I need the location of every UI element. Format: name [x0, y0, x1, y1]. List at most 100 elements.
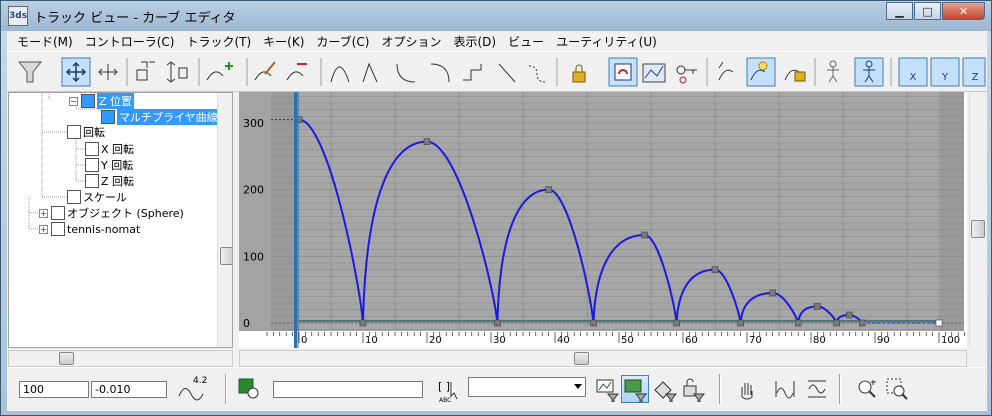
lock-tangents-icon[interactable] [572, 64, 586, 83]
show-tangents-icon[interactable] [718, 61, 734, 81]
filter-animated-tracks-button[interactable] [651, 375, 679, 403]
tree-item-label: X 回転 [101, 143, 135, 156]
expander-icon[interactable]: + [39, 224, 48, 234]
menu-item-7[interactable]: ビュー [502, 33, 550, 50]
close-button[interactable]: ✕ [942, 2, 985, 20]
frame-horizontal-icon [775, 381, 795, 399]
draw-curves-icon[interactable] [254, 61, 276, 81]
menu-item-6[interactable]: 表示(D) [447, 33, 502, 50]
object-icon [51, 206, 65, 220]
x-tick-label: 50 [621, 335, 634, 346]
x-rotation-icon [85, 142, 99, 156]
graph-vertical-scrollbar[interactable] [969, 92, 986, 348]
zoom-button[interactable] [853, 375, 881, 403]
frame-horizontal-extents-button[interactable] [771, 375, 799, 403]
tree-scroll-thumb[interactable] [220, 247, 232, 265]
svg-text:ABC: ABC [439, 397, 451, 404]
tree-hscroll-thumb[interactable] [59, 352, 74, 365]
curve-graph-svg[interactable]: 300 200 100 0 0 10 20 30 40 50 60 70 80 90 100 [239, 92, 967, 348]
editor-content: − Z 位置 マルチプライヤ曲線 回転 X 回転 Y 回転 Z 回転 スケール + オブジェクト … [7, 92, 987, 367]
smooth-tangent-icon[interactable] [528, 65, 546, 83]
graph-vscroll-thumb[interactable] [971, 220, 985, 238]
reduce-keys-icon[interactable] [286, 63, 307, 81]
parameter-curve-out-of-range-icon[interactable] [642, 63, 666, 83]
frame-value-icon [808, 380, 826, 398]
frame-field[interactable] [19, 381, 89, 398]
tree-item[interactable]: X 回転 [85, 141, 134, 157]
maximize-button[interactable]: □ [914, 2, 941, 20]
tree-item-label: tennis-nomat [67, 222, 141, 236]
menu-item-4[interactable]: カーブ(C) [310, 33, 375, 50]
hand-icon [741, 383, 753, 400]
filters-icon[interactable] [17, 61, 43, 83]
key-point [794, 319, 802, 327]
function-curve-icon[interactable]: 4.2 [177, 376, 207, 404]
tree-item[interactable]: + オブジェクト (Sphere) [39, 205, 184, 221]
rotation-icon [67, 125, 81, 139]
linear-tangent-icon[interactable] [498, 63, 516, 83]
x-tick-label: 0 [301, 335, 307, 346]
fast-tangent-icon[interactable] [396, 63, 416, 83]
menu-item-0[interactable]: モード(M) [11, 33, 79, 50]
time-ruler [239, 332, 967, 348]
multiplier-curve-icon [101, 110, 115, 124]
edit-keys-text-icon[interactable]: [ ] ABC [437, 376, 461, 404]
y-tick-label: 200 [243, 184, 264, 197]
controller-tree[interactable]: − Z 位置 マルチプライヤ曲線 回転 X 回転 Y 回転 Z 回転 スケール + オブジェクト … [8, 92, 233, 348]
app-icon: 3ds [8, 6, 28, 26]
x-tick-label: 60 [685, 335, 698, 346]
tree-item[interactable]: 回転 [67, 124, 105, 140]
x-tick-label: 10 [365, 335, 378, 346]
zoom-region-button[interactable] [883, 375, 911, 403]
key-point [545, 186, 552, 193]
show-keyable-icons-icon[interactable] [676, 65, 697, 84]
value-field[interactable] [91, 381, 167, 398]
filter-tracks-icon [596, 379, 620, 402]
scale-icon [67, 190, 81, 204]
graph-hscroll-thumb[interactable] [574, 352, 589, 365]
menu-item-3[interactable]: キー(K) [257, 33, 310, 50]
custom-tangent-icon[interactable] [362, 62, 378, 83]
track-name-field[interactable] [273, 381, 423, 398]
step-tangent-icon[interactable] [463, 64, 482, 81]
slow-tangent-icon[interactable] [430, 63, 450, 83]
key-point [711, 266, 719, 273]
menu-item-2[interactable]: トラック(T) [180, 33, 257, 50]
tree-scrollbar[interactable] [217, 93, 232, 347]
minimize-button[interactable]: ▁ [886, 2, 913, 20]
tree-item[interactable]: + tennis-nomat [39, 221, 140, 237]
curve-graph[interactable]: 300 200 100 0 0 10 20 30 40 50 60 70 80 90 100 [239, 92, 967, 348]
filter-selected-curves-button[interactable] [621, 375, 649, 403]
slide-keys-icon[interactable] [98, 64, 118, 80]
pan-button[interactable] [733, 375, 761, 403]
filter-unlocked-button[interactable] [679, 375, 707, 403]
show-biped-icon[interactable] [827, 60, 839, 83]
zoom-selected-object-button[interactable] [235, 375, 263, 403]
menu-item-1[interactable]: コントローラ(C) [79, 33, 181, 50]
expander-icon[interactable]: − [69, 96, 78, 106]
menu-item-5[interactable]: オプション [375, 33, 447, 50]
svg-text:[ ]: [ ] [438, 380, 450, 393]
tree-item[interactable]: − Z 位置 [69, 93, 135, 109]
tree-item[interactable]: Z 回転 [85, 173, 134, 189]
title-bar[interactable]: 3ds トラック ビュー - カーブ エディタ ▁ □ ✕ [1, 1, 991, 31]
x-tick-label: 70 [749, 335, 762, 346]
scale-keys-time-icon[interactable] [136, 61, 155, 81]
x-tick-label: 100 [941, 335, 960, 346]
tree-item-label: マルチプライヤ曲線 [117, 109, 220, 125]
add-keys-icon[interactable] [206, 62, 233, 81]
expander-icon[interactable]: + [39, 208, 48, 218]
lock-selection-icon[interactable] [784, 69, 806, 82]
filter-selected-tracks-button[interactable] [593, 375, 621, 403]
tree-horizontal-scrollbar[interactable] [8, 350, 233, 367]
tree-item-label: Z 位置 [97, 93, 135, 109]
graph-horizontal-scrollbar[interactable] [239, 350, 967, 367]
scale-values-icon[interactable] [166, 61, 188, 83]
selection-set-dropdown[interactable] [468, 377, 586, 397]
auto-tangent-icon[interactable] [330, 66, 350, 83]
frame-value-extents-button[interactable] [803, 375, 831, 403]
tree-item[interactable]: マルチプライヤ曲線 [101, 109, 220, 125]
tree-item[interactable]: Y 回転 [85, 157, 133, 173]
menu-item-8[interactable]: ユーティリティ(U) [550, 33, 663, 50]
tree-item[interactable]: スケール [67, 189, 127, 205]
